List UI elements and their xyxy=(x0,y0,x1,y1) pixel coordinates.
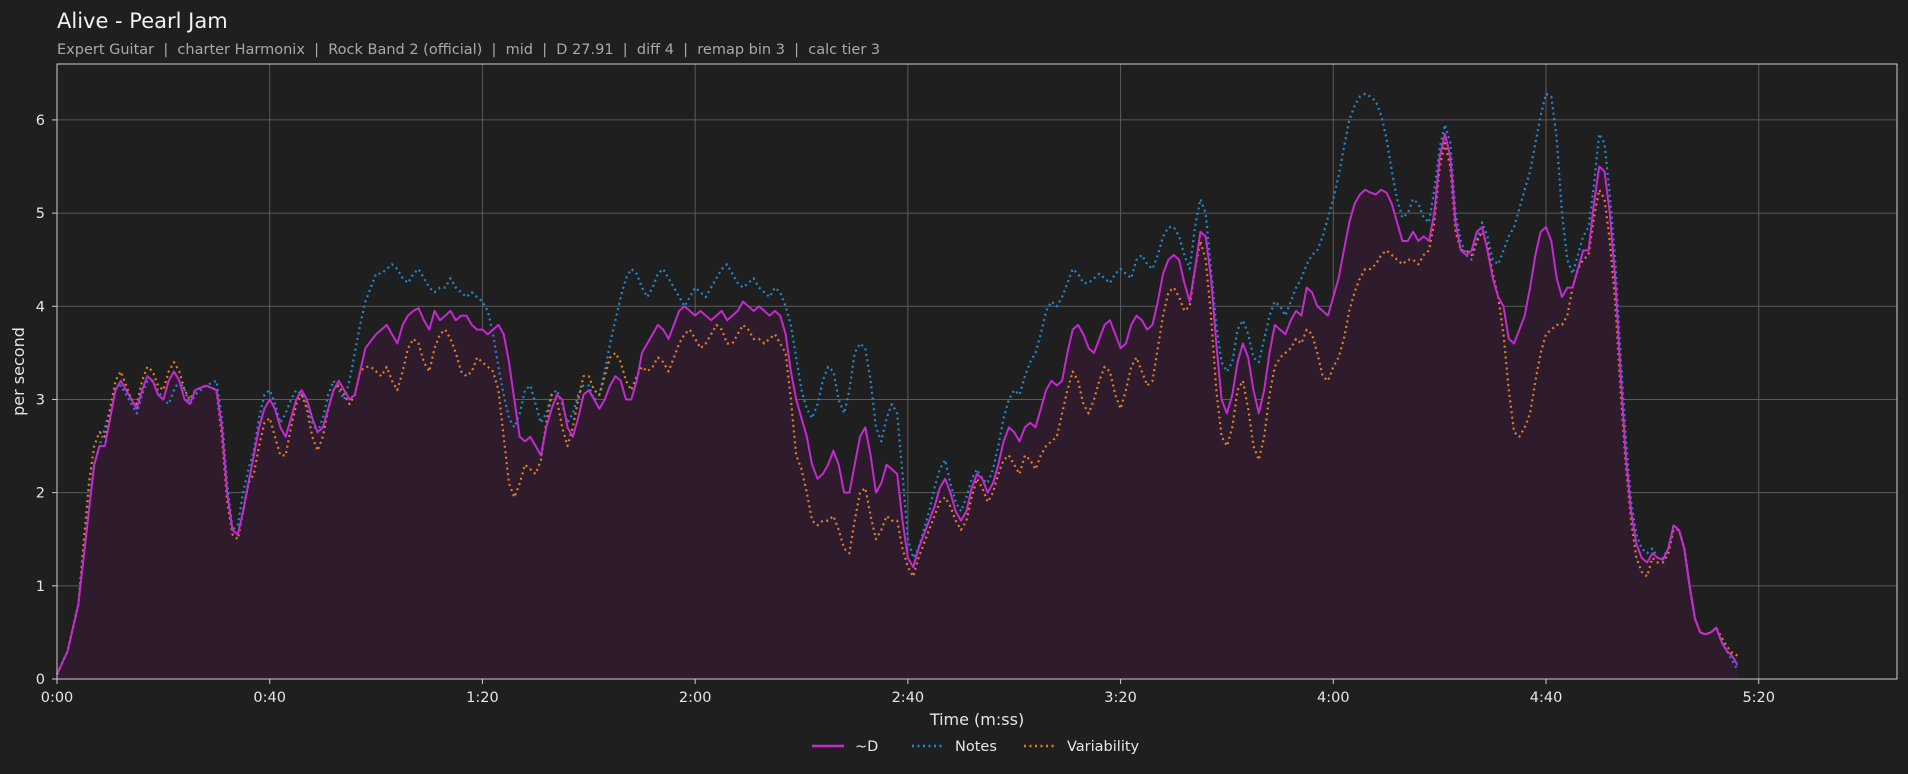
y-tick-label: 6 xyxy=(36,113,45,129)
legend-label: Notes xyxy=(955,739,997,755)
legend-label: ~D xyxy=(855,739,878,755)
x-tick-label: 0:40 xyxy=(253,690,286,706)
x-tick-label: 0:00 xyxy=(41,690,74,706)
legend: ~D Notes Variability xyxy=(812,739,1140,755)
chart-subtitle: Expert Guitar | charter Harmonix | Rock … xyxy=(57,42,880,58)
y-tick-label: 5 xyxy=(36,206,45,222)
x-axis-label: Time (m:ss) xyxy=(929,710,1024,729)
y-tick-label: 1 xyxy=(36,579,45,595)
y-tick-label: 0 xyxy=(36,672,45,688)
x-tick-label: 2:40 xyxy=(892,690,925,706)
x-tick-label: 2:00 xyxy=(679,690,712,706)
y-tick-label: 2 xyxy=(36,486,45,502)
chart-title: Alive - Pearl Jam xyxy=(57,9,228,33)
y-axis-label: per second xyxy=(9,327,28,416)
chart: Alive - Pearl Jam Expert Guitar | charte… xyxy=(0,0,1908,774)
x-tick-label: 3:20 xyxy=(1104,690,1137,706)
legend-label: Variability xyxy=(1067,739,1140,755)
x-tick-label: 1:20 xyxy=(466,690,499,706)
x-tick-label: 4:40 xyxy=(1530,690,1563,706)
x-tick-label: 5:20 xyxy=(1742,690,1775,706)
y-tick-label: 4 xyxy=(36,299,45,315)
y-tick-label: 3 xyxy=(36,392,45,408)
x-tick-label: 4:00 xyxy=(1317,690,1350,706)
